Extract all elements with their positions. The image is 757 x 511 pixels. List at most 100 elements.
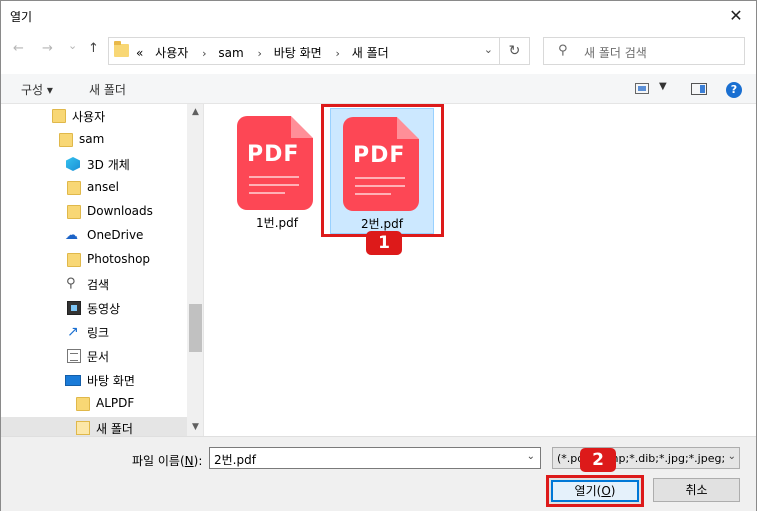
pdf-file-icon: PDF — [237, 116, 313, 210]
sidebar-item-label: 사용자 — [72, 110, 106, 124]
breadcrumb-item-sam[interactable]: sam — [218, 46, 243, 60]
sidebar-item-downloads[interactable]: Downloads — [1, 201, 187, 223]
filename-label: 파일 이름(N): — [132, 454, 203, 468]
file-list: PDF 1번.pdf PDF 2번.pdf — [205, 104, 756, 436]
scroll-down-icon[interactable]: ▼ — [187, 419, 203, 436]
navigation-bar: ← → ⌄ ↑ « 사용자 › sam › 바탕 화면 › 새 폴더 ⌄ ↻ ⚲… — [1, 31, 756, 71]
highlight-box-step-1 — [321, 104, 444, 237]
sidebar-item-label: Photoshop — [87, 252, 151, 266]
breadcrumb-item-new-folder[interactable]: 새 폴더 — [352, 46, 389, 60]
sidebar-item-label: 문서 — [87, 350, 110, 364]
sidebar-item-label: 링크 — [87, 326, 110, 340]
sidebar-item-videos[interactable]: 동영상 — [1, 297, 187, 319]
breadcrumb-separator[interactable]: › — [202, 47, 206, 60]
folder-icon — [67, 181, 81, 195]
pdf-icon-line — [249, 192, 285, 194]
sidebar-scrollbar[interactable]: ▲ ▼ — [187, 104, 203, 436]
breadcrumb-item-desktop[interactable]: 바탕 화면 — [274, 46, 322, 60]
preview-pane-icon[interactable] — [691, 83, 707, 95]
sidebar-item-label: 새 폴더 — [96, 422, 133, 436]
file-item-1[interactable]: PDF 1번.pdf — [225, 108, 329, 234]
desktop-icon — [65, 375, 81, 386]
page-fold — [291, 116, 313, 138]
folder-icon — [67, 253, 81, 267]
refresh-icon: ↻ — [508, 43, 521, 59]
folder-icon — [52, 109, 66, 123]
pdf-icon-line — [249, 176, 299, 178]
step-badge-2: 2 — [580, 448, 616, 472]
scrollbar-thumb[interactable] — [189, 304, 202, 352]
sidebar-item-links[interactable]: ↗ 링크 — [1, 321, 187, 343]
sidebar-item-new-folder[interactable]: 새 폴더 — [1, 417, 187, 436]
sidebar-item-label: ALPDF — [96, 396, 135, 410]
sidebar-item-label: Downloads — [87, 204, 153, 218]
refresh-button[interactable]: ↻ — [500, 37, 530, 65]
sidebar-item-users[interactable]: 사용자 — [1, 105, 187, 127]
scroll-up-icon[interactable]: ▲ — [187, 104, 203, 121]
open-file-dialog: 열기 ✕ ← → ⌄ ↑ « 사용자 › sam › 바탕 화면 › 새 폴더 … — [0, 0, 757, 511]
help-icon[interactable]: ? — [726, 82, 742, 98]
folder-icon — [76, 421, 90, 435]
sidebar-item-label: 바탕 화면 — [87, 374, 135, 388]
search-icon: ⚲ — [66, 276, 76, 291]
forward-arrow-icon[interactable]: → — [42, 41, 53, 56]
folder-icon — [59, 133, 73, 147]
sidebar-item-onedrive[interactable]: ☁ OneDrive — [1, 225, 187, 247]
back-arrow-icon[interactable]: ← — [13, 41, 24, 56]
sidebar-item-label: sam — [79, 132, 105, 146]
chevron-down-icon[interactable]: ⌄ — [527, 451, 535, 462]
video-icon — [67, 301, 81, 315]
sidebar-item-label: 검색 — [87, 278, 110, 292]
link-icon: ↗ — [67, 324, 79, 340]
folder-icon — [67, 205, 81, 219]
folder-icon — [76, 397, 90, 411]
sidebar-item-search[interactable]: ⚲ 검색 — [1, 273, 187, 295]
command-bar: 구성 ▾ 새 폴더 ▼ ? — [1, 74, 756, 104]
open-button-highlight: 열기(O) — [546, 475, 644, 507]
sidebar-item-label: 3D 개체 — [87, 158, 130, 172]
pdf-icon-label: PDF — [247, 142, 300, 167]
filename-value: 2번.pdf — [214, 453, 256, 467]
chevron-down-icon: ⌄ — [724, 451, 736, 462]
address-dropdown-icon[interactable]: ⌄ — [484, 43, 493, 56]
view-mode-icon[interactable] — [635, 83, 649, 94]
sidebar-item-sam[interactable]: sam — [1, 129, 187, 151]
document-icon — [67, 349, 81, 363]
title-bar: 열기 ✕ — [1, 1, 756, 31]
breadcrumb-separator[interactable]: › — [257, 47, 261, 60]
cloud-icon: ☁ — [65, 228, 78, 243]
sidebar-item-ansel[interactable]: ansel — [1, 177, 187, 199]
window-title: 열기 — [10, 10, 33, 24]
up-arrow-icon[interactable]: ↑ — [88, 41, 99, 56]
sidebar-item-documents[interactable]: 문서 — [1, 345, 187, 367]
cancel-button[interactable]: 취소 — [653, 478, 740, 502]
sidebar-item-label: OneDrive — [87, 228, 144, 242]
sidebar-item-alpdf[interactable]: ALPDF — [1, 393, 187, 415]
breadcrumb: « 사용자 › sam › 바탕 화면 › 새 폴더 — [136, 44, 391, 61]
file-name: 1번.pdf — [256, 216, 298, 230]
breadcrumb-item-users[interactable]: 사용자 — [155, 46, 188, 60]
search-box[interactable]: ⚲ 새 폴더 검색 — [543, 37, 745, 65]
address-bar[interactable]: « 사용자 › sam › 바탕 화면 › 새 폴더 ⌄ — [108, 37, 500, 65]
step-badge-1: 1 — [366, 231, 402, 255]
sidebar-item-desktop[interactable]: 바탕 화면 — [1, 369, 187, 391]
3d-objects-icon — [66, 157, 80, 171]
dialog-footer: 파일 이름(N): 2번.pdf ⌄ (*.pdf;*.bmp;*.dib;*.… — [1, 436, 756, 511]
sidebar-item-photoshop[interactable]: Photoshop — [1, 249, 187, 271]
sidebar-item-3d-objects[interactable]: 3D 개체 — [1, 153, 187, 175]
filename-input[interactable]: 2번.pdf ⌄ — [209, 447, 541, 469]
organize-button[interactable]: 구성 ▾ — [21, 81, 53, 98]
open-button[interactable]: 열기(O) — [551, 480, 639, 502]
recent-locations-icon[interactable]: ⌄ — [68, 39, 77, 52]
search-placeholder: 새 폴더 검색 — [584, 46, 647, 60]
close-icon[interactable]: ✕ — [716, 1, 756, 31]
new-folder-button[interactable]: 새 폴더 — [89, 81, 126, 98]
breadcrumb-overflow[interactable]: « — [136, 46, 143, 60]
pdf-icon-line — [249, 184, 299, 186]
breadcrumb-separator[interactable]: › — [336, 47, 340, 60]
sidebar-item-label: ansel — [87, 180, 119, 194]
sidebar-item-label: 동영상 — [87, 302, 121, 316]
navigation-pane: 사용자 sam 3D 개체 ansel Downloads ☁ OneDrive… — [1, 104, 204, 436]
search-icon: ⚲ — [558, 43, 568, 58]
view-dropdown-icon[interactable]: ▼ — [659, 81, 667, 92]
